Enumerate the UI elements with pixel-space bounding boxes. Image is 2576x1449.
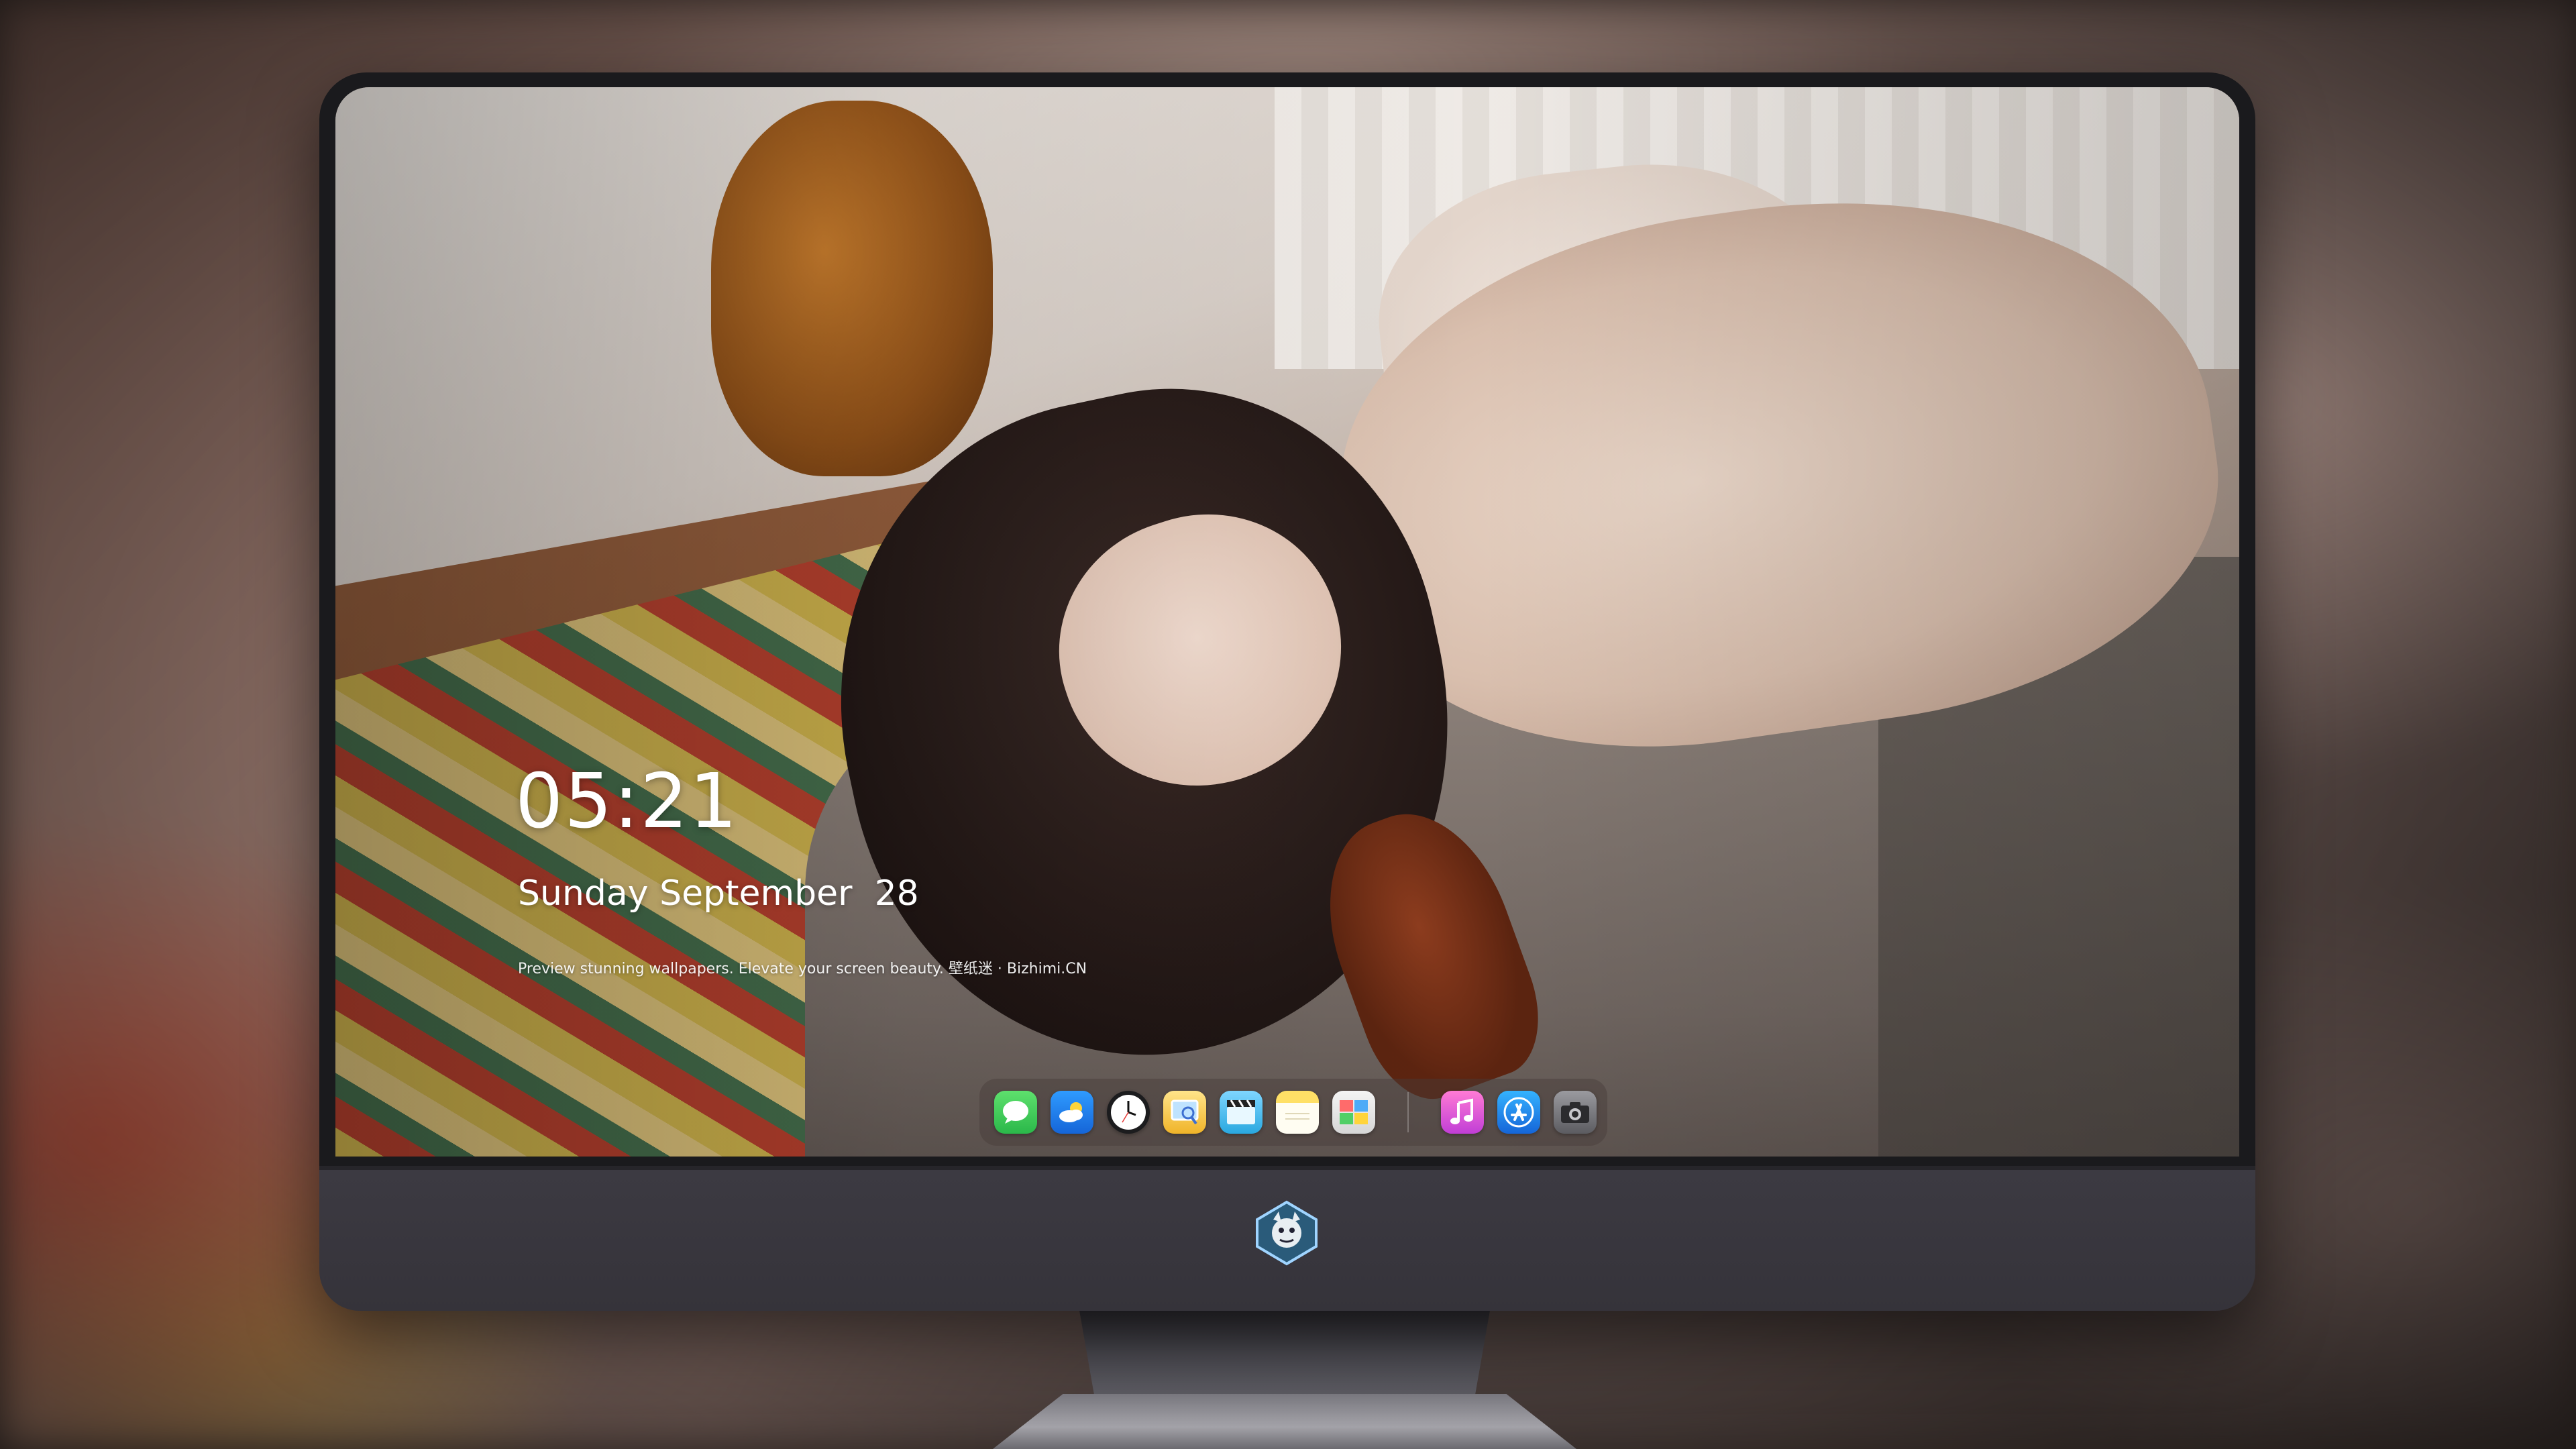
dock — [979, 1079, 1607, 1146]
lockscreen-tagline: Preview stunning wallpapers. Elevate you… — [518, 961, 1087, 977]
notes-icon[interactable] — [1276, 1091, 1319, 1134]
music-icon[interactable] — [1441, 1091, 1484, 1134]
dock-separator — [1407, 1092, 1409, 1132]
photo-booth-icon[interactable] — [1332, 1091, 1375, 1134]
lockscreen-time: 05:21 — [515, 758, 739, 845]
lockscreen-date: Sunday September 28 — [518, 873, 919, 914]
lock-screen[interactable]: 05:21 Sunday September 28 Preview stunni… — [335, 87, 2239, 1157]
desktop-scene: 05:21 Sunday September 28 Preview stunni… — [0, 0, 2576, 1449]
wallpaper-shade — [335, 87, 2239, 1157]
weather-icon[interactable] — [1051, 1091, 1093, 1134]
monitor: 05:21 Sunday September 28 Preview stunni… — [319, 72, 2255, 1311]
preview-icon[interactable] — [1163, 1091, 1206, 1134]
camera-icon[interactable] — [1554, 1091, 1597, 1134]
monitor-stand-base — [993, 1394, 1576, 1449]
app-store-icon[interactable] — [1497, 1091, 1540, 1134]
monitor-stand-neck — [1079, 1307, 1491, 1401]
brand-logo-icon — [1256, 1200, 1318, 1266]
messages-icon[interactable] — [994, 1091, 1037, 1134]
clock-icon[interactable] — [1107, 1091, 1150, 1134]
clips-icon[interactable] — [1220, 1091, 1263, 1134]
